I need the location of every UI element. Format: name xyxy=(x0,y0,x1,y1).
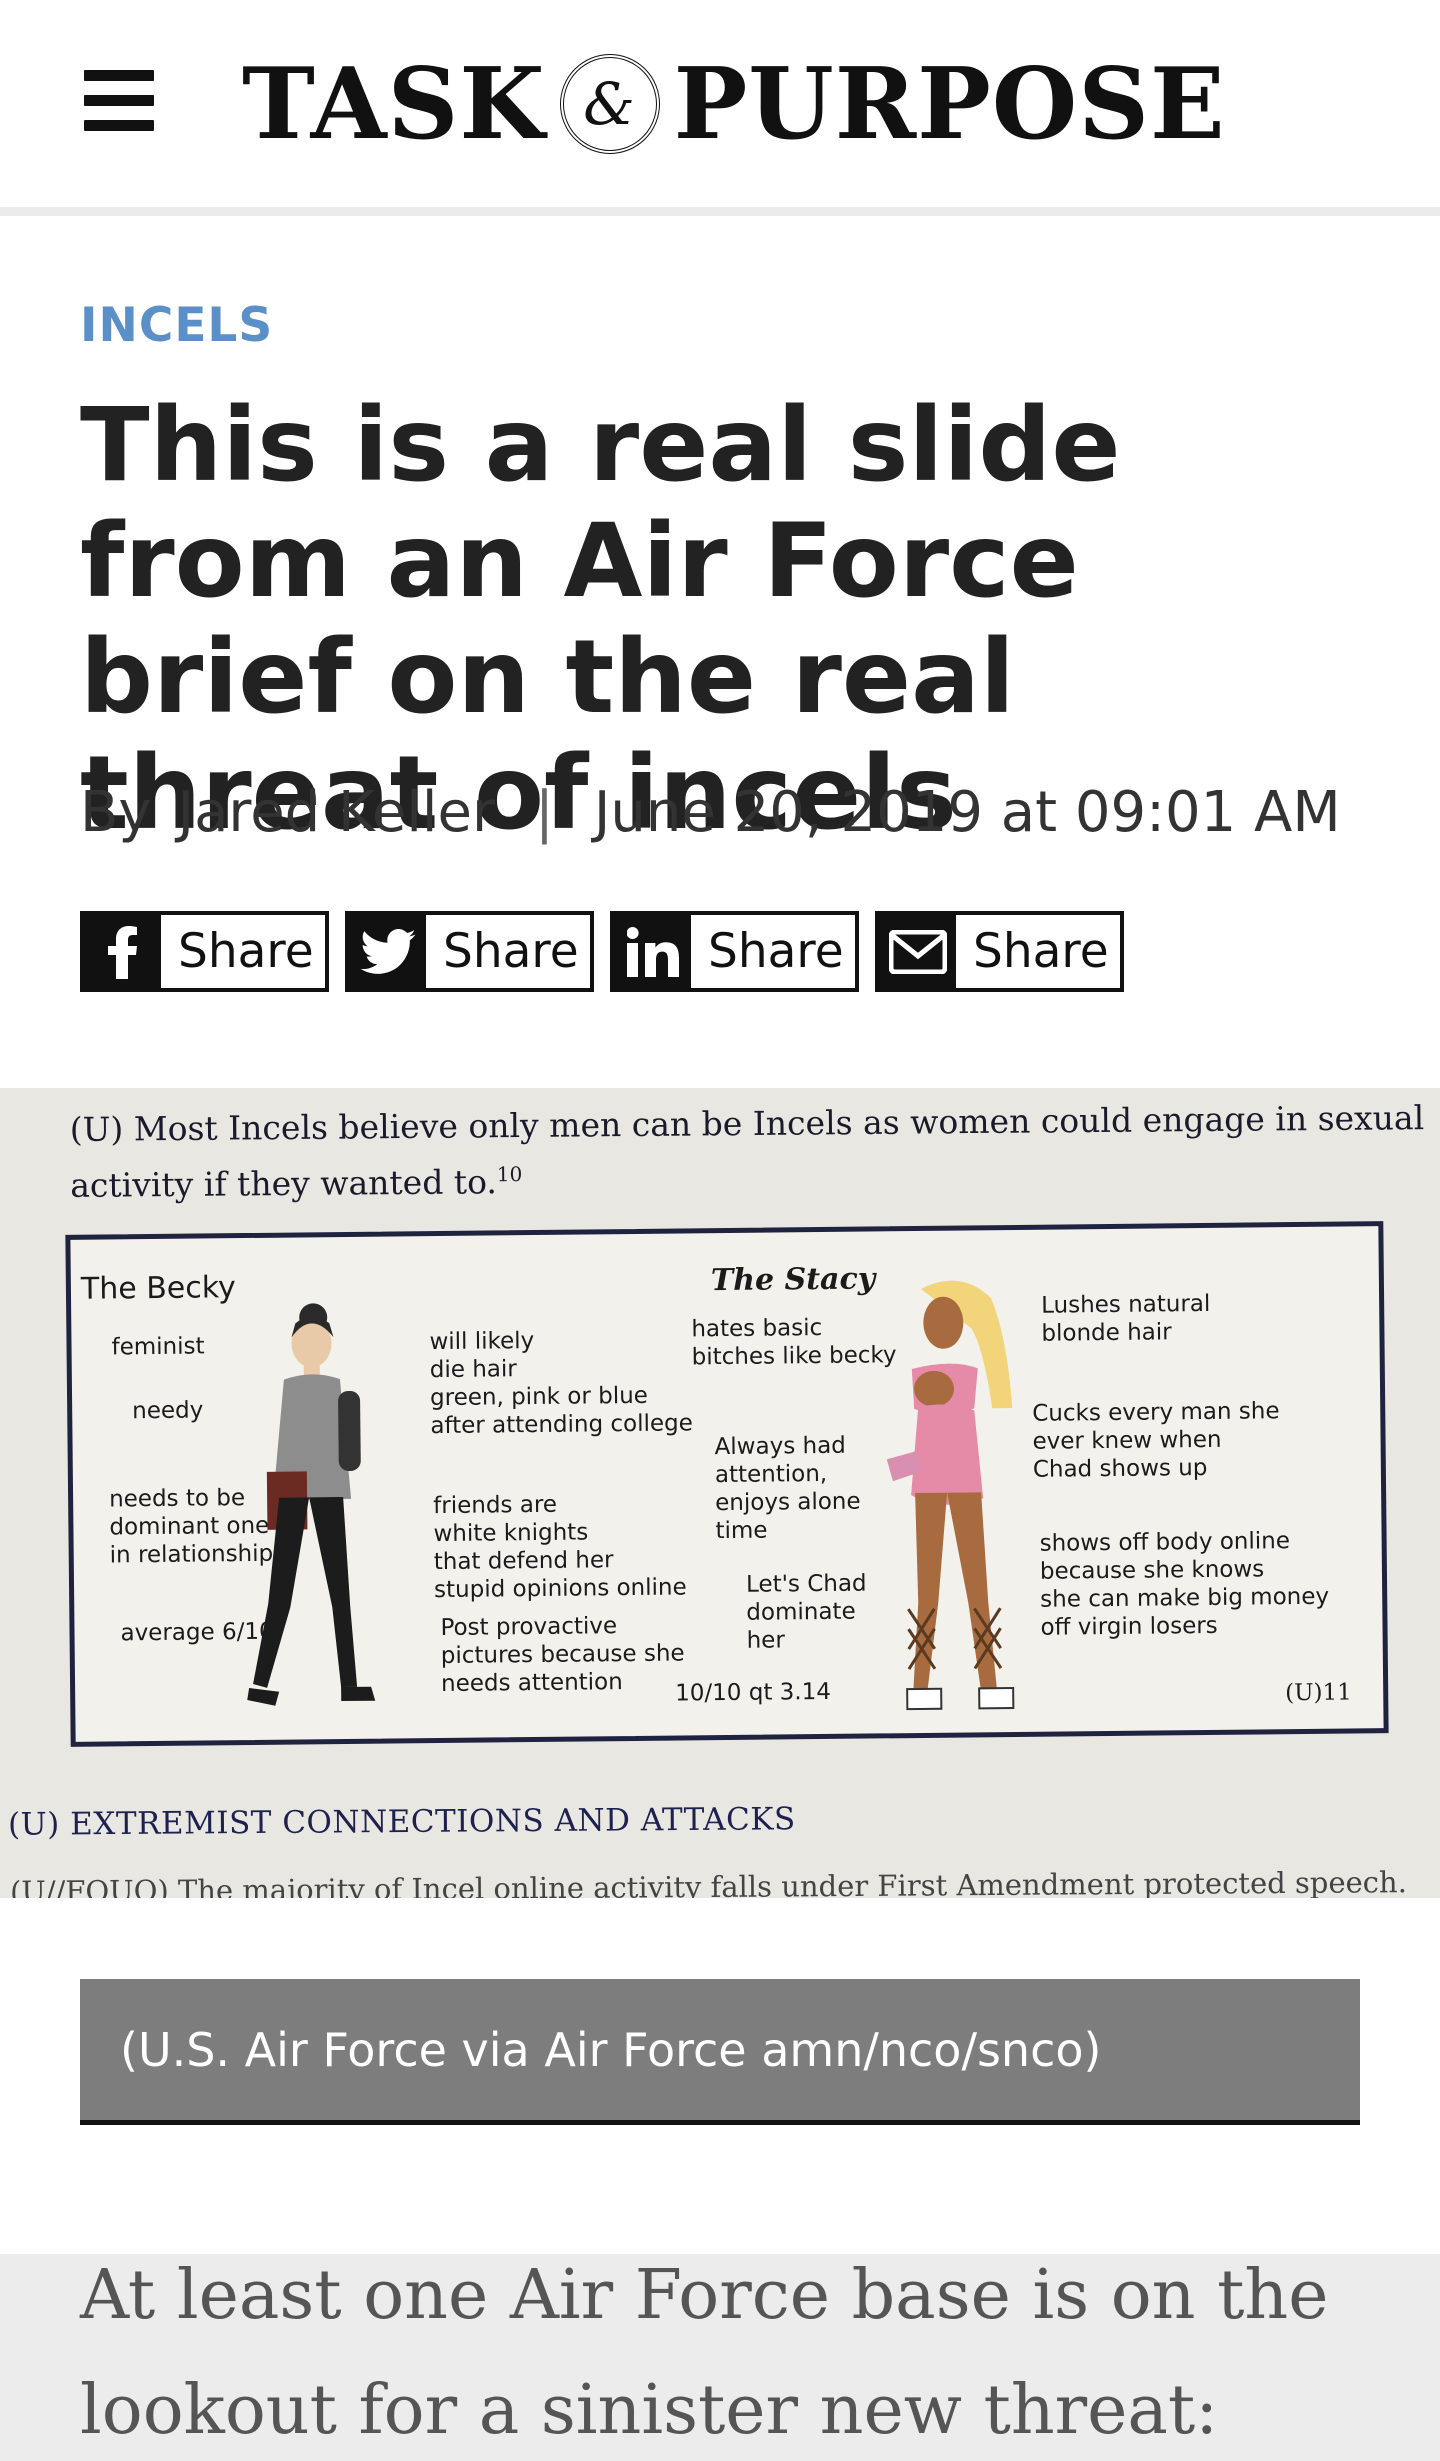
byline-by: By xyxy=(80,780,152,845)
facebook-share-button[interactable]: Share xyxy=(80,911,329,992)
stacy-trait-shows: shows off body online because she knows … xyxy=(1039,1528,1330,1641)
slide-section-heading: (U) EXTREMIST CONNECTIONS AND ATTACKS xyxy=(7,1801,796,1843)
becky-trait-needy: needy xyxy=(132,1397,204,1425)
becky-figure-illustration xyxy=(247,1303,376,1706)
menu-icon[interactable] xyxy=(84,70,156,131)
stacy-trait-attention: Always had attention, enjoys alone time xyxy=(714,1432,861,1545)
share-label: Share xyxy=(178,924,314,979)
twitter-share-button[interactable]: Share xyxy=(345,911,594,992)
article-body-paragraph: At least one Air Force base is on the lo… xyxy=(80,2256,1329,2450)
email-share-button[interactable]: Share xyxy=(875,911,1124,992)
stacy-rating: 10/10 qt 3.14 xyxy=(675,1678,832,1707)
slide-intro-sentence: (U) Most Incels believe only men can be … xyxy=(69,1098,1425,1205)
linkedin-share-button[interactable]: Share xyxy=(610,911,859,992)
byline-separator: | xyxy=(534,780,554,845)
image-caption: (U.S. Air Force via Air Force amn/nco/sn… xyxy=(80,1979,1360,2125)
logo-text-purpose: PURPOSE xyxy=(673,46,1226,162)
publish-date: June 20, 2019 at 09:01 AM xyxy=(593,780,1341,845)
menu-icon-bar xyxy=(84,120,154,131)
slide-intro-text: (U) Most Incels believe only men can be … xyxy=(70,1094,1431,1210)
share-label: Share xyxy=(708,924,844,979)
share-bar: Share Share Share Share xyxy=(80,911,1124,992)
linkedin-icon xyxy=(614,915,691,988)
becky-trait-hair: will likely die hair green, pink or blue… xyxy=(429,1328,693,1440)
stacy-trait-cucks: Cucks every man she ever knew when Chad … xyxy=(1032,1398,1280,1483)
slide-classification-marking: (U)11 xyxy=(1285,1679,1352,1707)
logo-text-task: TASK xyxy=(242,46,546,162)
email-icon xyxy=(879,915,956,988)
stacy-trait-chad: Let's Chad dominate her xyxy=(745,1570,867,1654)
stacy-trait-blonde: Lushes natural blonde hair xyxy=(1041,1290,1211,1347)
author-link[interactable]: Jared Keller xyxy=(178,780,495,845)
becky-trait-pictures: Post provactive pictures because she nee… xyxy=(440,1613,685,1698)
stacy-title: The Stacy xyxy=(710,1261,876,1299)
facebook-icon xyxy=(84,915,161,988)
share-label: Share xyxy=(973,924,1109,979)
becky-trait-friends: friends are white knights that defend he… xyxy=(433,1491,687,1604)
image-caption-text: (U.S. Air Force via Air Force amn/nco/sn… xyxy=(120,2022,1102,2077)
article-image-slide: (U) Most Incels believe only men can be … xyxy=(0,1088,1440,1898)
stacy-figure-illustration xyxy=(886,1280,1015,1711)
menu-icon-bar xyxy=(84,95,154,106)
slide-footnote-ref: 10 xyxy=(496,1161,523,1187)
becky-title: The Becky xyxy=(80,1270,237,1307)
site-header: TASK & PURPOSE xyxy=(0,0,1440,216)
category-link[interactable]: INCELS xyxy=(80,298,273,353)
slide-cutoff-line: (U//FOUO) The majority of Incel online a… xyxy=(9,1865,1407,1898)
share-label: Share xyxy=(443,924,579,979)
logo-ampersand-emblem: & xyxy=(559,54,660,154)
twitter-icon xyxy=(349,915,426,988)
meme-comparison-panel: The Becky feminist needy needs to be dom… xyxy=(65,1221,1389,1747)
site-logo[interactable]: TASK & PURPOSE xyxy=(242,44,1226,164)
menu-icon-bar xyxy=(84,70,154,81)
becky-trait-feminist: feminist xyxy=(111,1333,205,1361)
byline: By Jared Keller | June 20, 2019 at 09:01… xyxy=(80,780,1341,845)
